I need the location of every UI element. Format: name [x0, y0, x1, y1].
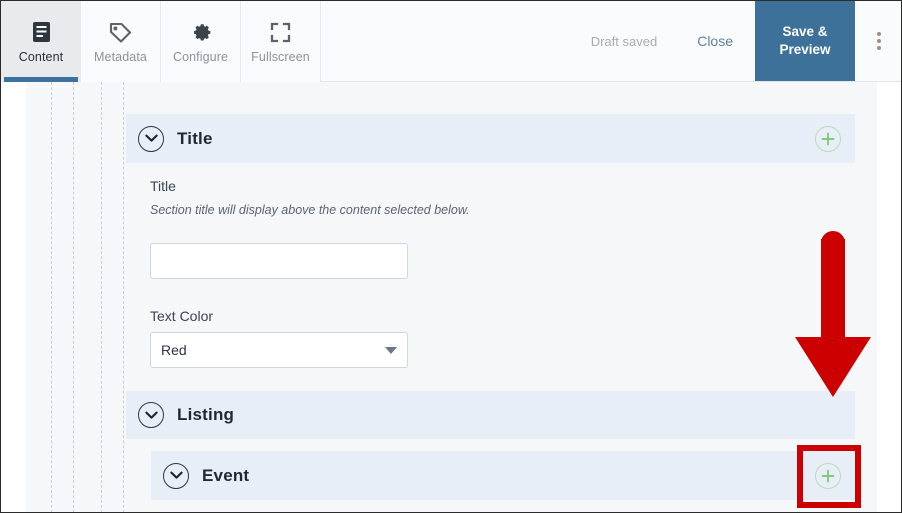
- section-listing-label: Listing: [177, 405, 235, 424]
- chevron-down-icon: [385, 346, 397, 354]
- title-field-hint: Section title will display above the con…: [150, 203, 470, 217]
- tab-fullscreen[interactable]: Fullscreen: [241, 1, 321, 82]
- title-input[interactable]: [150, 243, 408, 279]
- text-color-select[interactable]: Red: [150, 332, 408, 368]
- chevron-down-icon[interactable]: [163, 462, 189, 489]
- tab-configure-label: Configure: [172, 50, 229, 65]
- tag-icon: [108, 19, 133, 45]
- chevron-down-icon[interactable]: [138, 125, 164, 152]
- kebab-dot-3: [877, 46, 881, 50]
- text-color-selected-value: Red: [161, 342, 187, 358]
- draft-status-text: Draft saved: [590, 33, 658, 49]
- tab-content-label: Content: [18, 50, 64, 65]
- kebab-menu-icon[interactable]: [855, 1, 901, 81]
- add-component-button-title[interactable]: [815, 126, 841, 152]
- right-margin: [877, 82, 901, 512]
- section-title-label: Title: [177, 128, 213, 148]
- section-header-event[interactable]: Event: [151, 451, 855, 500]
- layout-guide-1: [51, 82, 52, 512]
- save-preview-line-2: Preview: [779, 42, 831, 57]
- tab-metadata[interactable]: Metadata: [81, 1, 161, 82]
- red-down-arrow: [779, 225, 887, 405]
- save-preview-line-1: Save &: [782, 23, 828, 39]
- close-button[interactable]: Close: [675, 1, 755, 81]
- tab-fullscreen-label: Fullscreen: [251, 50, 310, 65]
- kebab-dot-1: [877, 32, 881, 36]
- toolbar-actions: Draft saved Close Save & Preview: [573, 1, 901, 81]
- editor-canvas: Title Title Section title will display a…: [1, 82, 901, 512]
- gear-icon: [189, 19, 213, 45]
- layout-guide-2: [73, 82, 74, 512]
- chevron-down-icon[interactable]: [138, 402, 164, 428]
- layout-guide-4: [123, 82, 124, 512]
- left-margin: [1, 82, 26, 512]
- tab-content[interactable]: Content: [1, 1, 81, 82]
- title-field-label: Title: [150, 178, 176, 194]
- layout-guide-3: [101, 82, 102, 512]
- kebab-dot-2: [877, 39, 881, 43]
- tab-metadata-label: Metadata: [94, 50, 147, 65]
- expand-icon: [269, 19, 292, 45]
- editor-toolbar: Content Metadata Configure Fullscreen Dr…: [1, 1, 901, 82]
- document-lines-icon: [32, 19, 51, 45]
- save-and-preview-button[interactable]: Save & Preview: [755, 1, 855, 81]
- content-editor-window: Content Metadata Configure Fullscreen Dr…: [0, 0, 902, 513]
- section-header-title[interactable]: Title: [126, 114, 855, 163]
- add-component-button-event[interactable]: [815, 463, 841, 489]
- text-color-label: Text Color: [150, 308, 214, 324]
- section-header-listing[interactable]: Listing: [126, 391, 855, 439]
- tab-configure[interactable]: Configure: [161, 1, 241, 82]
- section-event-label: Event: [202, 465, 250, 485]
